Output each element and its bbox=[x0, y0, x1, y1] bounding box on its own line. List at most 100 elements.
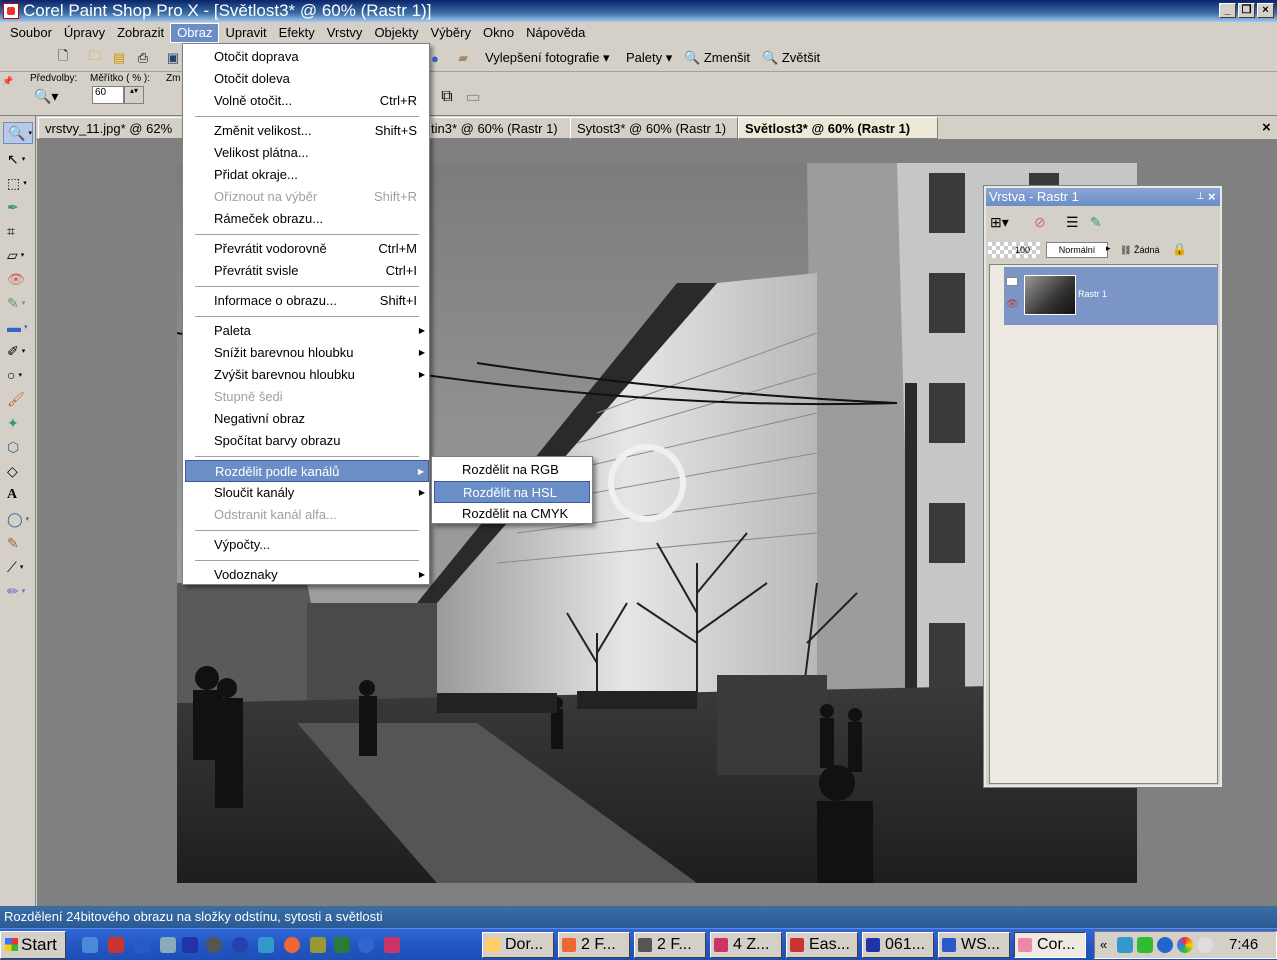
menu-adjust[interactable]: Upravit bbox=[219, 23, 272, 43]
new-layer-icon[interactable]: ⊞▾ bbox=[990, 214, 1009, 231]
menu-item-image-info[interactable]: Informace o obrazu... Shift+I bbox=[185, 290, 429, 312]
scale-spinner[interactable]: ▴▾ bbox=[124, 86, 144, 104]
chrome-icon[interactable] bbox=[1177, 937, 1193, 953]
menu-item-picture-frame[interactable]: Rámeček obrazu... bbox=[185, 208, 429, 230]
bluetooth-icon[interactable] bbox=[1157, 937, 1173, 953]
makeover-tool-icon[interactable]: ▬ ▾ bbox=[3, 316, 33, 338]
selection-tool-icon[interactable]: ⬚ ▾ bbox=[3, 172, 33, 194]
menu-objects[interactable]: Objekty bbox=[368, 23, 424, 43]
clone-tool-icon[interactable]: ✎ ▾ bbox=[3, 292, 33, 314]
task-app[interactable]: 4 Z... bbox=[710, 932, 782, 958]
menu-layers[interactable]: Vrstvy bbox=[321, 23, 369, 43]
app-quicklaunch-icon[interactable] bbox=[108, 937, 124, 953]
menu-item-split-rgb[interactable]: Rozdělit na RGB bbox=[434, 459, 590, 481]
blend-mode-arrow-icon[interactable]: ▸ bbox=[1106, 243, 1111, 254]
tab-sytost3[interactable]: Sytost3* @ 60% (Rastr 1) bbox=[570, 117, 738, 139]
firefox-icon[interactable] bbox=[284, 937, 300, 953]
menu-item-decrease-color-depth[interactable]: Snížit barevnou hloubku ▶ bbox=[185, 342, 429, 364]
menu-effects[interactable]: Efekty bbox=[273, 23, 321, 43]
mask-field[interactable]: ⛓ Žádná bbox=[1120, 242, 1159, 258]
close-button[interactable]: × bbox=[1257, 3, 1274, 18]
menu-item-split-cmyk[interactable]: Rozdělit na CMYK bbox=[434, 503, 590, 525]
edit-selection-icon[interactable]: ✎ bbox=[1090, 214, 1102, 231]
messenger-tray-icon[interactable] bbox=[1137, 937, 1153, 953]
excel-icon[interactable] bbox=[334, 937, 350, 953]
warp-brush-tool-icon[interactable]: ⟋ ▾ bbox=[3, 556, 33, 578]
volume-icon[interactable] bbox=[1197, 937, 1213, 953]
task-explorer[interactable]: Dor... bbox=[482, 932, 554, 958]
menu-item-arithmetic[interactable]: Výpočty... bbox=[185, 534, 429, 556]
brush-variance-tool-icon[interactable]: ○ ▾ bbox=[3, 364, 33, 386]
straighten-tool-icon[interactable]: ▱ ▾ bbox=[3, 244, 33, 266]
menu-item-free-rotate[interactable]: Volně otočit... Ctrl+R bbox=[185, 90, 429, 112]
presets-dropdown[interactable]: 🔍▾ bbox=[34, 88, 58, 105]
menu-item-canvas-size[interactable]: Velikost plátna... bbox=[185, 142, 429, 164]
menu-view[interactable]: Zobrazit bbox=[111, 23, 170, 43]
tab-vrstvy[interactable]: vrstvy_11.jpg* @ 62% bbox=[38, 117, 188, 139]
lock-icon[interactable]: 🔒 bbox=[1172, 242, 1187, 256]
layer-properties-icon[interactable]: ☰ bbox=[1066, 214, 1079, 231]
player-icon[interactable] bbox=[358, 937, 374, 953]
enhance-photo-menu[interactable]: Vylepšení fotografie ▾ bbox=[485, 50, 610, 66]
menu-item-add-borders[interactable]: Přidat okraje... bbox=[185, 164, 429, 186]
eraser-tool-icon[interactable]: ◇ bbox=[3, 460, 33, 482]
red-eye-tool-icon[interactable]: 👁 bbox=[3, 268, 33, 290]
menu-item-resize[interactable]: Změnit velikost... Shift+S bbox=[185, 120, 429, 142]
ftp-icon[interactable] bbox=[134, 937, 150, 953]
scale-input[interactable]: 60 bbox=[92, 86, 124, 104]
layer-row[interactable]: 👁 Rastr 1 bbox=[1004, 267, 1218, 325]
actual-size-icon[interactable]: ▭ bbox=[462, 86, 484, 108]
menu-item-split-channel[interactable]: Rozdělit podle kanálů ▶ bbox=[185, 460, 429, 482]
menu-item-increase-color-depth[interactable]: Zvýšit barevnou hloubku ▶ bbox=[185, 364, 429, 386]
task-browser[interactable]: 2 F... bbox=[634, 932, 706, 958]
menu-file[interactable]: Soubor bbox=[4, 23, 58, 43]
fit-window-icon[interactable]: ⧉ bbox=[436, 86, 458, 108]
menu-item-rotate-left[interactable]: Otočit doleva bbox=[185, 68, 429, 90]
palettes-menu[interactable]: Palety ▾ bbox=[626, 50, 672, 66]
zoom-tool-icon[interactable]: 🔍 ▾ bbox=[3, 122, 33, 144]
crop-tool-icon[interactable]: ⌗ bbox=[3, 220, 33, 242]
pin-palette-icon[interactable]: ⊥ bbox=[1196, 188, 1205, 206]
menu-selections[interactable]: Výběry bbox=[425, 23, 477, 43]
start-button[interactable]: Start bbox=[0, 931, 66, 959]
task-ws-ftp[interactable]: WS... bbox=[938, 932, 1010, 958]
tray-expand-icon[interactable]: « bbox=[1100, 937, 1107, 952]
menu-item-count-colors[interactable]: Spočítat barvy obrazu bbox=[185, 430, 429, 452]
minimize-button[interactable]: _ bbox=[1219, 3, 1236, 18]
menu-item-flip[interactable]: Převrátit svisle Ctrl+I bbox=[185, 260, 429, 282]
save-icon[interactable]: ▣ bbox=[162, 47, 184, 69]
menu-item-split-hsl[interactable]: Rozdělit na HSL bbox=[434, 481, 590, 503]
paint-icon[interactable] bbox=[384, 937, 400, 953]
text-tool-icon[interactable]: A bbox=[3, 484, 33, 506]
close-palette-icon[interactable]: × bbox=[1208, 188, 1216, 206]
media-player-icon[interactable] bbox=[232, 937, 248, 953]
menu-item-rotate-right[interactable]: Otočit doprava bbox=[185, 46, 429, 68]
menu-item-combine-channel[interactable]: Sloučit kanály ▶ bbox=[185, 482, 429, 504]
layers-palette-header[interactable]: Vrstva - Rastr 1 ⊥ × bbox=[986, 188, 1220, 206]
airbrush-tool-icon[interactable]: ✦ bbox=[3, 412, 33, 434]
menu-edit[interactable]: Úpravy bbox=[58, 23, 111, 43]
paint-brush-tool-icon[interactable]: 🖌 bbox=[3, 388, 33, 410]
delete-layer-icon[interactable]: ⊘ bbox=[1034, 214, 1046, 231]
shape-tool-icon[interactable]: ◯ ▾ bbox=[3, 508, 33, 530]
menu-item-negative[interactable]: Negativní obraz bbox=[185, 408, 429, 430]
pick-tool-icon[interactable]: ↖ ▾ bbox=[3, 148, 33, 170]
pin-icon[interactable]: 📌 bbox=[2, 76, 13, 87]
task-firefox[interactable]: 2 F... bbox=[558, 932, 630, 958]
task-word[interactable]: 061... bbox=[862, 932, 934, 958]
mesh-warp-tool-icon[interactable]: ✏ ▾ bbox=[3, 580, 33, 602]
zoom-out-button[interactable]: 🔍 Zmenšit bbox=[684, 50, 750, 66]
menu-item-palette[interactable]: Paleta ▶ bbox=[185, 320, 429, 342]
menu-item-mirror[interactable]: Převrátit vodorovně Ctrl+M bbox=[185, 238, 429, 260]
scan-icon[interactable]: ⎙ bbox=[132, 47, 154, 69]
fill-tool-icon[interactable]: ⬡ bbox=[3, 436, 33, 458]
app-icon[interactable] bbox=[3, 3, 19, 19]
messenger-icon[interactable] bbox=[258, 937, 274, 953]
ie-icon[interactable] bbox=[82, 937, 98, 953]
tab-svetlost3[interactable]: Světlost3* @ 60% (Rastr 1) bbox=[738, 117, 938, 139]
eyedropper-tool-icon[interactable]: ✒ bbox=[3, 196, 33, 218]
zoom-in-button[interactable]: 🔍 Zvětšit bbox=[762, 50, 820, 66]
blend-mode-dropdown[interactable]: Normální bbox=[1046, 242, 1108, 258]
notepad-icon[interactable] bbox=[160, 937, 176, 953]
close-document-icon[interactable]: × bbox=[1262, 119, 1271, 136]
